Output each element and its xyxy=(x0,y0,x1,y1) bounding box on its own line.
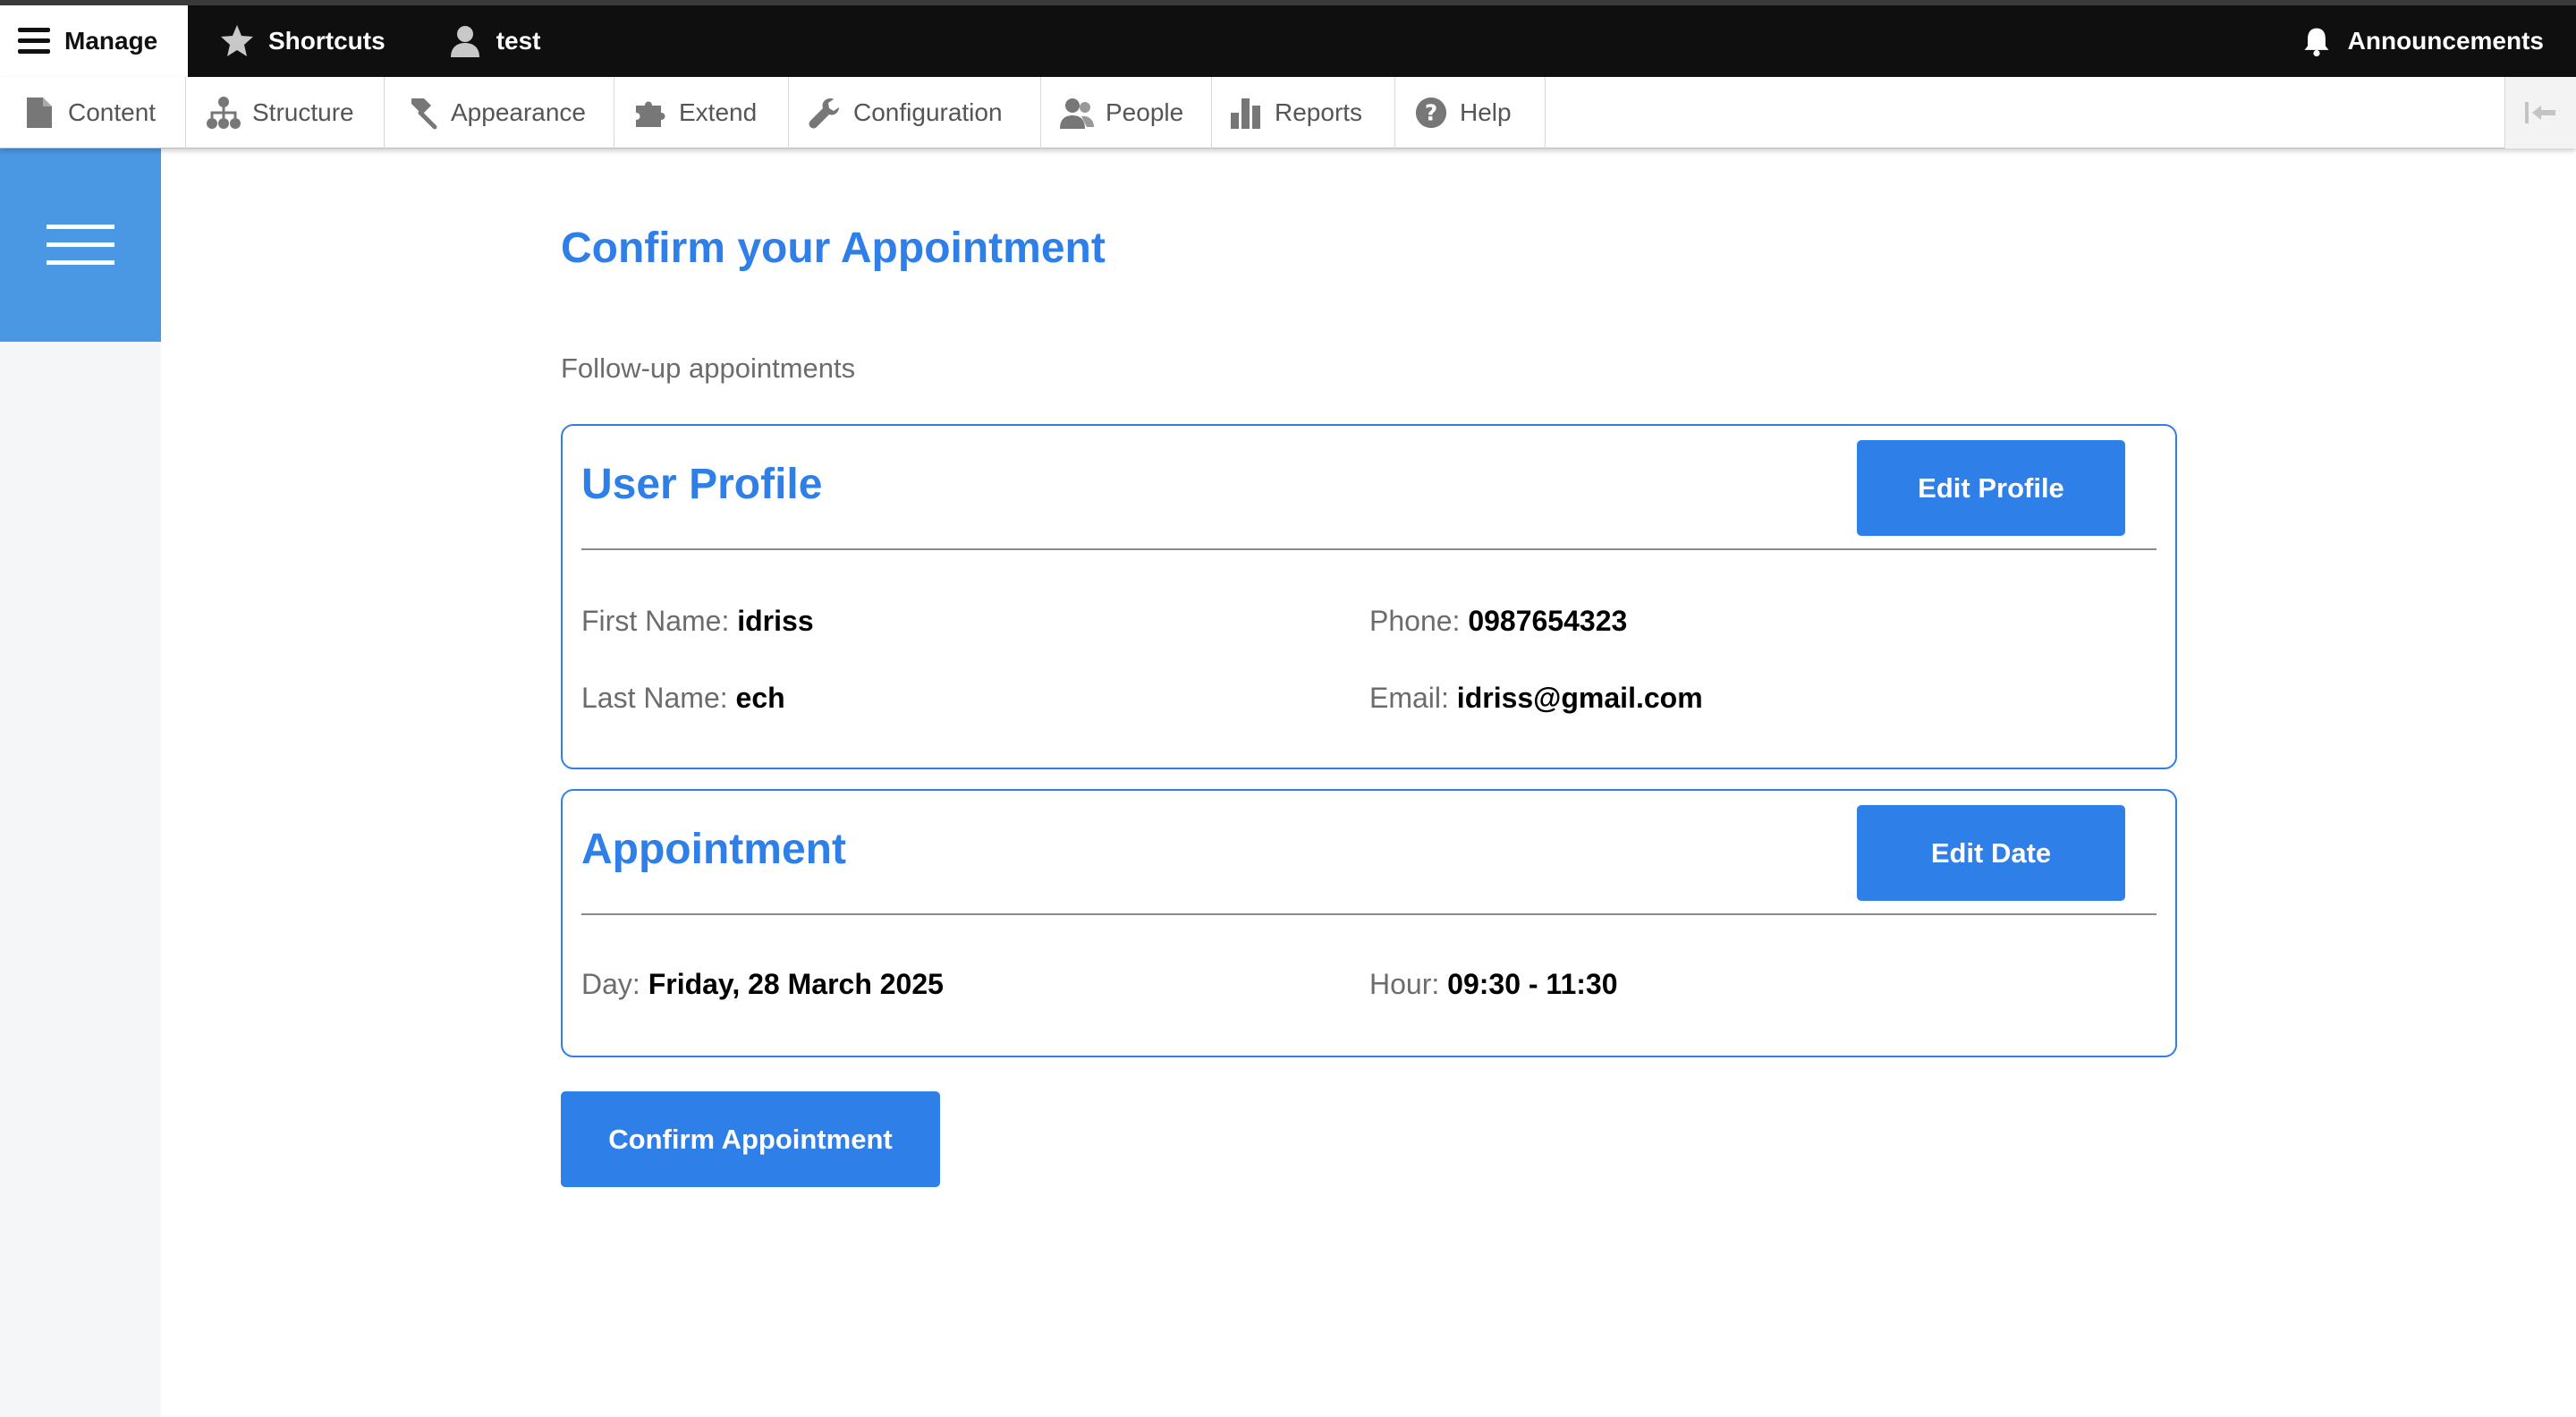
day-field: Day: Friday, 28 March 2025 xyxy=(581,968,944,1001)
menu-label-appearance: Appearance xyxy=(451,98,587,126)
phone-value: 0987654323 xyxy=(1468,605,1628,637)
collapse-icon xyxy=(2523,99,2559,126)
phone-field: Phone: 0987654323 xyxy=(1369,605,1627,638)
user-profile-card: User Profile Edit Profile First Name: id… xyxy=(561,424,2177,769)
reports-icon xyxy=(1226,93,1266,132)
help-icon: ? xyxy=(1411,93,1451,132)
menu-label-structure: Structure xyxy=(252,98,354,126)
menu-item-extend[interactable]: Extend xyxy=(614,77,789,148)
wrench-icon xyxy=(805,93,844,132)
manage-tab[interactable]: Manage xyxy=(0,5,188,77)
user-tab[interactable]: test xyxy=(416,5,572,77)
announcements-tab[interactable]: Announcements xyxy=(2267,5,2576,77)
hour-value: 09:30 - 11:30 xyxy=(1447,968,1618,1000)
page-title: Confirm your Appointment xyxy=(561,225,1106,272)
confirm-appointment-button[interactable]: Confirm Appointment xyxy=(561,1091,940,1187)
hour-label: Hour: xyxy=(1369,968,1440,1000)
day-value: Friday, 28 March 2025 xyxy=(648,968,944,1000)
last-name-label: Last Name: xyxy=(581,682,728,714)
shortcuts-label: Shortcuts xyxy=(268,27,386,55)
menu-item-structure[interactable]: Structure xyxy=(186,77,385,148)
hour-field: Hour: 09:30 - 11:30 xyxy=(1369,968,1618,1001)
menu-item-people[interactable]: People xyxy=(1041,77,1212,148)
appointment-title: Appointment xyxy=(581,826,846,873)
menu-label-help: Help xyxy=(1460,98,1512,126)
last-name-field: Last Name: ech xyxy=(581,682,785,715)
menu-label-people: People xyxy=(1106,98,1184,126)
menu-label-content: Content xyxy=(68,98,157,126)
svg-text:?: ? xyxy=(1425,100,1437,126)
email-value: idriss@gmail.com xyxy=(1456,682,1703,714)
hamburger-icon xyxy=(47,223,114,267)
menu-label-extend: Extend xyxy=(679,98,758,126)
content-icon xyxy=(20,93,59,132)
divider xyxy=(581,913,2157,915)
phone-label: Phone: xyxy=(1369,605,1461,637)
menu-label-reports: Reports xyxy=(1275,98,1363,126)
first-name-field: First Name: idriss xyxy=(581,605,814,638)
manage-label: Manage xyxy=(64,27,158,55)
sidebar-toggle-button[interactable] xyxy=(0,148,161,342)
collapse-toolbar-button[interactable] xyxy=(2504,77,2576,148)
divider xyxy=(581,548,2157,550)
user-label: test xyxy=(496,27,541,55)
email-label: Email: xyxy=(1369,682,1449,714)
first-name-value: idriss xyxy=(737,605,814,637)
people-icon xyxy=(1057,93,1097,132)
structure-icon xyxy=(204,93,243,132)
day-label: Day: xyxy=(581,968,640,1000)
bell-icon xyxy=(2298,22,2335,60)
appearance-icon xyxy=(402,93,442,132)
admin-toolbar: Manage Shortcuts test Announcements xyxy=(0,0,2576,77)
menu-item-appearance[interactable]: Appearance xyxy=(385,77,614,148)
shortcuts-tab[interactable]: Shortcuts xyxy=(188,5,416,77)
menu-item-configuration[interactable]: Configuration xyxy=(789,77,1041,148)
menu-item-content[interactable]: Content xyxy=(0,77,186,148)
first-name-label: First Name: xyxy=(581,605,730,637)
user-icon xyxy=(446,22,484,60)
appointment-card: Appointment Edit Date Day: Friday, 28 Ma… xyxy=(561,789,2177,1057)
menu-item-help[interactable]: ? Help xyxy=(1395,77,1546,148)
announcements-label: Announcements xyxy=(2347,27,2544,55)
menu-item-reports[interactable]: Reports xyxy=(1212,77,1395,148)
edit-date-button[interactable]: Edit Date xyxy=(1857,805,2125,901)
page-subtitle: Follow-up appointments xyxy=(561,352,856,384)
menu-label-configuration: Configuration xyxy=(853,98,1003,126)
admin-menu-bar: Content Structure Appearance Extend Conf… xyxy=(0,77,2576,148)
user-profile-title: User Profile xyxy=(581,461,823,508)
last-name-value: ech xyxy=(735,682,785,714)
email-field: Email: idriss@gmail.com xyxy=(1369,682,1703,715)
edit-profile-button[interactable]: Edit Profile xyxy=(1857,440,2125,536)
star-icon xyxy=(218,22,256,60)
extend-icon xyxy=(631,93,670,132)
menu-icon xyxy=(16,22,52,60)
